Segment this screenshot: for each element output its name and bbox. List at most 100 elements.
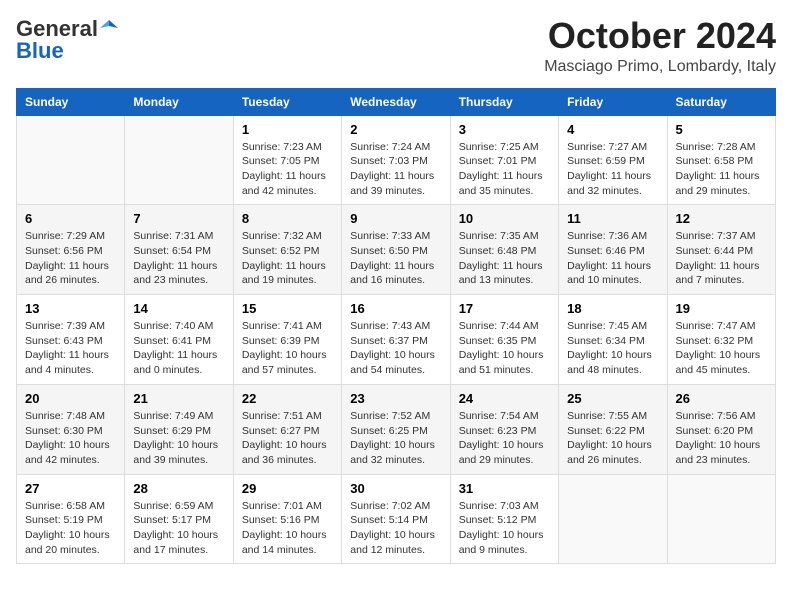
day-number: 25 — [567, 391, 658, 406]
day-info: Sunrise: 7:01 AMSunset: 5:16 PMDaylight:… — [242, 499, 333, 558]
header-monday: Monday — [125, 88, 233, 115]
location-title: Masciago Primo, Lombardy, Italy — [544, 58, 776, 76]
day-info: Sunrise: 6:59 AMSunset: 5:17 PMDaylight:… — [133, 499, 224, 558]
day-number: 8 — [242, 211, 333, 226]
calendar-body: 1 Sunrise: 7:23 AMSunset: 7:05 PMDaylight… — [17, 115, 776, 564]
day-cell: 11 Sunrise: 7:36 AMSunset: 6:46 PMDayligh… — [559, 205, 667, 295]
day-cell: 12 Sunrise: 7:37 AMSunset: 6:44 PMDayligh… — [667, 205, 775, 295]
day-cell: 24Sunrise: 7:54 AMSunset: 6:23 PMDayligh… — [450, 384, 558, 474]
month-title: October 2024 — [544, 16, 776, 56]
header-row: SundayMondayTuesdayWednesdayThursdayFrid… — [17, 88, 776, 115]
calendar-table: SundayMondayTuesdayWednesdayThursdayFrid… — [16, 88, 776, 565]
logo-blue: Blue — [16, 38, 64, 64]
day-cell: 13 Sunrise: 7:39 AMSunset: 6:43 PMDayligh… — [17, 295, 125, 385]
day-info: Sunrise: 7:49 AMSunset: 6:29 PMDaylight:… — [133, 409, 224, 468]
day-cell: 3 Sunrise: 7:25 AMSunset: 7:01 PMDaylight… — [450, 115, 558, 205]
day-cell: 20Sunrise: 7:48 AMSunset: 6:30 PMDayligh… — [17, 384, 125, 474]
day-number: 26 — [676, 391, 767, 406]
day-cell — [667, 474, 775, 564]
day-cell: 14Sunrise: 7:40 AMSunset: 6:41 PMDayligh… — [125, 295, 233, 385]
day-info: Sunrise: 7:24 AMSunset: 7:03 PMDaylight:… — [350, 140, 441, 199]
day-number: 6 — [25, 211, 116, 226]
day-number: 30 — [350, 481, 441, 496]
week-row-3: 13 Sunrise: 7:39 AMSunset: 6:43 PMDayligh… — [17, 295, 776, 385]
day-info: Sunrise: 7:47 AMSunset: 6:32 PMDaylight:… — [676, 319, 767, 378]
day-info: Sunrise: 7:28 AMSunset: 6:58 PMDaylight:… — [676, 140, 767, 199]
day-cell: 26Sunrise: 7:56 AMSunset: 6:20 PMDayligh… — [667, 384, 775, 474]
day-number: 2 — [350, 122, 441, 137]
day-info: Sunrise: 7:31 AMSunset: 6:54 PMDaylight:… — [133, 229, 224, 288]
day-info: Sunrise: 7:41 AMSunset: 6:39 PMDaylight:… — [242, 319, 333, 378]
day-cell: 9 Sunrise: 7:33 AMSunset: 6:50 PMDaylight… — [342, 205, 450, 295]
day-info: Sunrise: 7:27 AMSunset: 6:59 PMDaylight:… — [567, 140, 658, 199]
day-number: 15 — [242, 301, 333, 316]
day-number: 22 — [242, 391, 333, 406]
day-number: 24 — [459, 391, 550, 406]
header-saturday: Saturday — [667, 88, 775, 115]
day-number: 4 — [567, 122, 658, 137]
day-cell — [125, 115, 233, 205]
day-info: Sunrise: 7:02 AMSunset: 5:14 PMDaylight:… — [350, 499, 441, 558]
day-number: 11 — [567, 211, 658, 226]
day-number: 16 — [350, 301, 441, 316]
day-cell: 30 Sunrise: 7:02 AMSunset: 5:14 PMDayligh… — [342, 474, 450, 564]
day-number: 10 — [459, 211, 550, 226]
day-info: Sunrise: 7:29 AMSunset: 6:56 PMDaylight:… — [25, 229, 116, 288]
day-number: 31 — [459, 481, 550, 496]
logo: General Blue — [16, 16, 118, 64]
day-cell: 4 Sunrise: 7:27 AMSunset: 6:59 PMDaylight… — [559, 115, 667, 205]
week-row-4: 20Sunrise: 7:48 AMSunset: 6:30 PMDayligh… — [17, 384, 776, 474]
day-cell — [559, 474, 667, 564]
day-number: 19 — [676, 301, 767, 316]
day-cell: 28Sunrise: 6:59 AMSunset: 5:17 PMDayligh… — [125, 474, 233, 564]
day-cell: 23 Sunrise: 7:52 AMSunset: 6:25 PMDayligh… — [342, 384, 450, 474]
day-cell: 18Sunrise: 7:45 AMSunset: 6:34 PMDayligh… — [559, 295, 667, 385]
day-cell — [17, 115, 125, 205]
day-cell: 8Sunrise: 7:32 AMSunset: 6:52 PMDaylight… — [233, 205, 341, 295]
day-number: 18 — [567, 301, 658, 316]
day-cell: 19 Sunrise: 7:47 AMSunset: 6:32 PMDayligh… — [667, 295, 775, 385]
day-cell: 15 Sunrise: 7:41 AMSunset: 6:39 PMDayligh… — [233, 295, 341, 385]
week-row-1: 1 Sunrise: 7:23 AMSunset: 7:05 PMDaylight… — [17, 115, 776, 205]
calendar-header: SundayMondayTuesdayWednesdayThursdayFrid… — [17, 88, 776, 115]
day-cell: 25 Sunrise: 7:55 AMSunset: 6:22 PMDayligh… — [559, 384, 667, 474]
header-friday: Friday — [559, 88, 667, 115]
day-info: Sunrise: 7:51 AMSunset: 6:27 PMDaylight:… — [242, 409, 333, 468]
day-info: Sunrise: 6:58 AMSunset: 5:19 PMDaylight:… — [25, 499, 116, 558]
day-cell: 1 Sunrise: 7:23 AMSunset: 7:05 PMDaylight… — [233, 115, 341, 205]
day-info: Sunrise: 7:36 AMSunset: 6:46 PMDaylight:… — [567, 229, 658, 288]
day-number: 17 — [459, 301, 550, 316]
day-number: 21 — [133, 391, 224, 406]
week-row-5: 27 Sunrise: 6:58 AMSunset: 5:19 PMDayligh… — [17, 474, 776, 564]
day-number: 12 — [676, 211, 767, 226]
day-info: Sunrise: 7:03 AMSunset: 5:12 PMDaylight:… — [459, 499, 550, 558]
day-number: 9 — [350, 211, 441, 226]
day-number: 23 — [350, 391, 441, 406]
day-cell: 10Sunrise: 7:35 AMSunset: 6:48 PMDayligh… — [450, 205, 558, 295]
day-info: Sunrise: 7:39 AMSunset: 6:43 PMDaylight:… — [25, 319, 116, 378]
week-row-2: 6 Sunrise: 7:29 AMSunset: 6:56 PMDaylight… — [17, 205, 776, 295]
day-info: Sunrise: 7:48 AMSunset: 6:30 PMDaylight:… — [25, 409, 116, 468]
day-info: Sunrise: 7:23 AMSunset: 7:05 PMDaylight:… — [242, 140, 333, 199]
day-cell: 2 Sunrise: 7:24 AMSunset: 7:03 PMDaylight… — [342, 115, 450, 205]
day-info: Sunrise: 7:33 AMSunset: 6:50 PMDaylight:… — [350, 229, 441, 288]
day-number: 13 — [25, 301, 116, 316]
day-cell: 27 Sunrise: 6:58 AMSunset: 5:19 PMDayligh… — [17, 474, 125, 564]
page-header: General Blue October 2024 Masciago Primo… — [16, 16, 776, 76]
day-cell: 16Sunrise: 7:43 AMSunset: 6:37 PMDayligh… — [342, 295, 450, 385]
day-cell: 21 Sunrise: 7:49 AMSunset: 6:29 PMDayligh… — [125, 384, 233, 474]
day-number: 3 — [459, 122, 550, 137]
day-info: Sunrise: 7:55 AMSunset: 6:22 PMDaylight:… — [567, 409, 658, 468]
day-cell: 17Sunrise: 7:44 AMSunset: 6:35 PMDayligh… — [450, 295, 558, 385]
day-cell: 7Sunrise: 7:31 AMSunset: 6:54 PMDaylight… — [125, 205, 233, 295]
day-number: 27 — [25, 481, 116, 496]
day-info: Sunrise: 7:25 AMSunset: 7:01 PMDaylight:… — [459, 140, 550, 199]
header-thursday: Thursday — [450, 88, 558, 115]
day-number: 1 — [242, 122, 333, 137]
day-cell: 6 Sunrise: 7:29 AMSunset: 6:56 PMDaylight… — [17, 205, 125, 295]
day-cell: 5 Sunrise: 7:28 AMSunset: 6:58 PMDaylight… — [667, 115, 775, 205]
day-info: Sunrise: 7:52 AMSunset: 6:25 PMDaylight:… — [350, 409, 441, 468]
day-number: 5 — [676, 122, 767, 137]
header-wednesday: Wednesday — [342, 88, 450, 115]
day-info: Sunrise: 7:37 AMSunset: 6:44 PMDaylight:… — [676, 229, 767, 288]
